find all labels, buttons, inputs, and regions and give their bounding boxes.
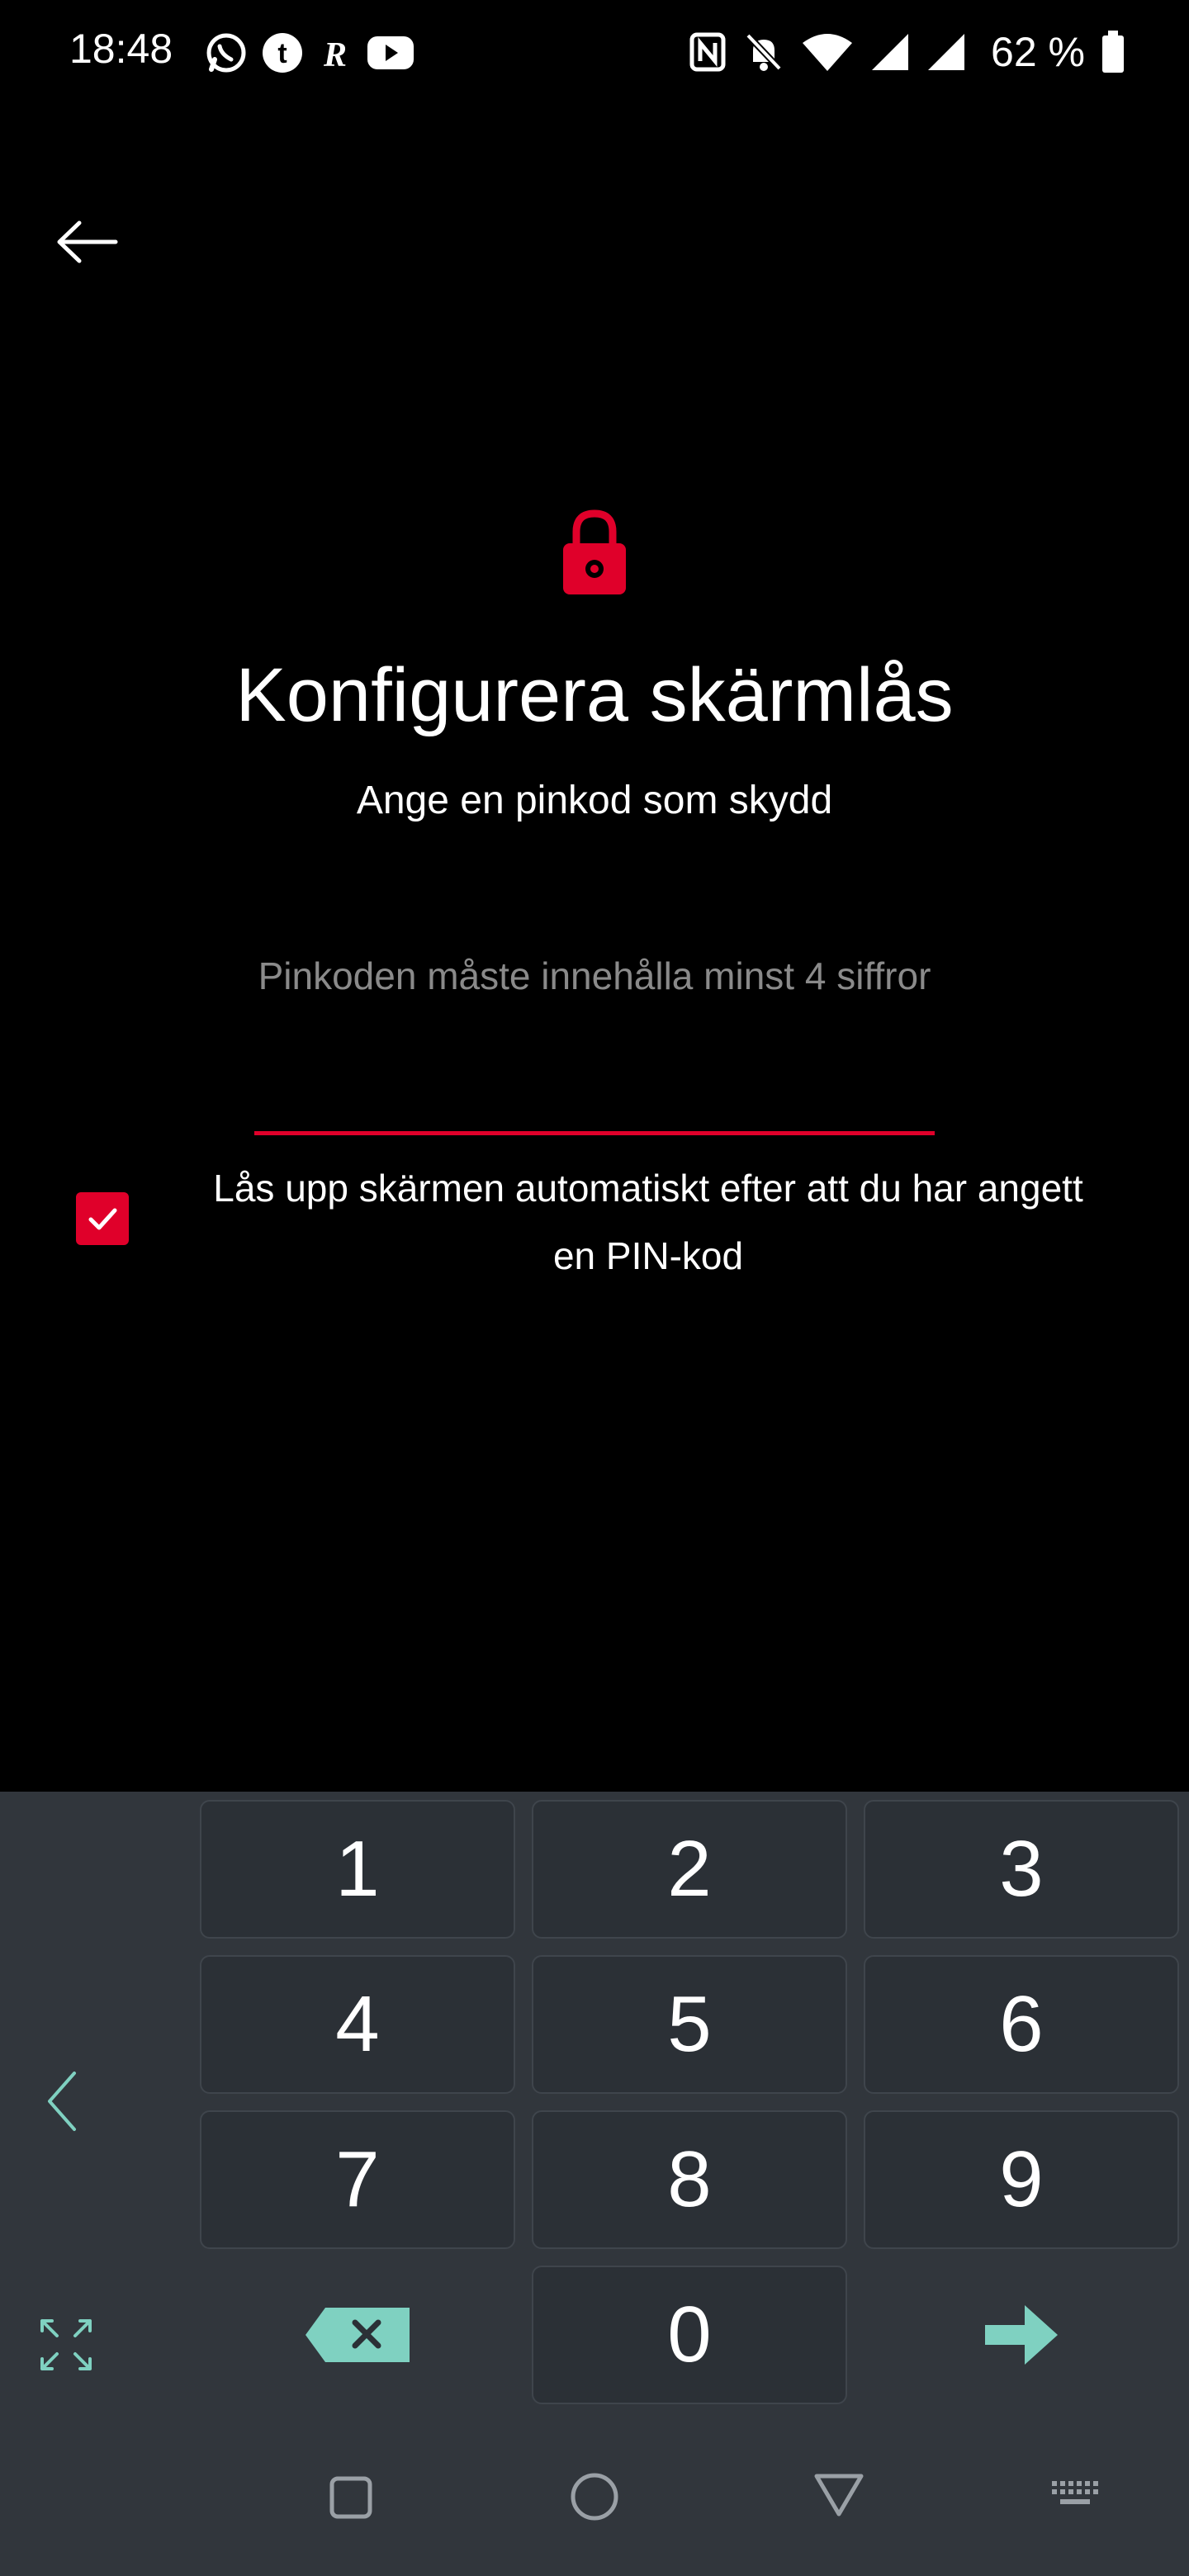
back-nav-button[interactable] [809,2465,869,2523]
key-9[interactable]: 9 [864,2110,1179,2249]
auto-unlock-checkbox[interactable] [76,1192,129,1245]
navigation-bar [0,2436,1189,2576]
backspace-button[interactable] [200,2266,515,2404]
key-6[interactable]: 6 [864,1955,1179,2094]
signal-icon [872,34,909,70]
r-app-icon: R [323,36,347,74]
key-0[interactable]: 0 [532,2266,847,2404]
pin-keypad: 1 2 3 4 5 6 7 8 9 0 [0,1792,1189,2436]
wifi-icon [803,34,853,71]
key-4[interactable]: 4 [200,1955,515,2094]
chevron-left-icon [48,2072,76,2131]
key-7[interactable]: 7 [200,2110,515,2249]
square-icon [329,2476,372,2519]
bell-muted-icon [746,33,782,71]
keyboard-shift-left-button[interactable] [25,2056,99,2147]
key-5[interactable]: 5 [532,1955,847,2094]
key-8[interactable]: 8 [532,2110,847,2249]
circle-icon [571,2473,618,2521]
arrow-right-icon [985,2305,1058,2365]
youtube-icon [367,36,414,69]
triangle-down-icon [814,2474,864,2517]
status-time: 18:48 [69,26,173,72]
status-app-icons: t R [205,31,414,74]
recent-apps-button[interactable] [322,2469,380,2526]
svg-text:t: t [277,38,287,69]
key-3[interactable]: 3 [864,1800,1179,1939]
screen: 18:48 t R 62 % Konfigurera skärmlås Ange… [0,0,1189,2576]
checkmark-icon [88,1208,117,1230]
expand-icon [40,2319,92,2370]
enter-button[interactable] [864,2266,1179,2404]
back-button[interactable] [50,206,124,281]
auto-unlock-label: Lås upp skärmen automatiskt efter att du… [213,1167,1083,1277]
svg-text:R: R [323,36,347,74]
key-2[interactable]: 2 [532,1800,847,1939]
pin-hint: Pinkoden måste innehålla minst 4 siffror [258,954,931,997]
tumblr-icon: t [263,33,302,73]
signal-icon [928,34,965,70]
page-subtitle: Ange en pinkod som skydd [356,779,833,822]
key-1[interactable]: 1 [200,1800,515,1939]
home-button[interactable] [565,2467,624,2526]
pin-input[interactable] [254,1073,935,1131]
page-title: Konfigurera skärmlås [235,653,954,737]
status-system-icons: 62 % [689,28,1125,76]
arrow-left-icon [57,220,118,263]
backspace-icon [306,2308,410,2362]
battery-percent: 62 % [991,29,1085,75]
keyboard-expand-button[interactable] [25,2304,107,2386]
whatsapp-icon [206,33,246,73]
pin-input-underline [254,1131,935,1135]
battery-icon [1102,31,1124,73]
lock-icon [561,505,628,596]
keyboard-switch-button[interactable] [1047,2474,1105,2515]
status-bar: 18:48 t R 62 % [0,0,1189,107]
keyboard-icon [1052,2481,1098,2504]
nfc-icon [689,32,726,72]
